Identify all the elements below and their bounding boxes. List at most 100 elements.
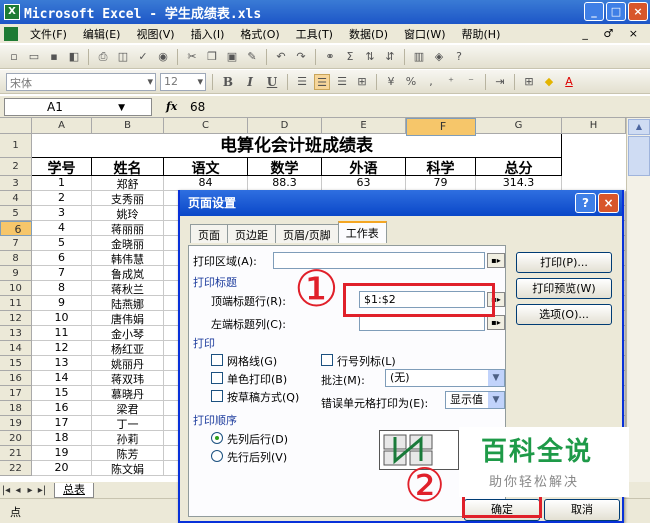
table-cell[interactable]: 88.3 [248,176,322,191]
table-cell[interactable]: 杨红亚 [92,341,164,356]
menu-help[interactable]: 帮助(H) [454,26,509,42]
hyperlink-icon[interactable]: ⚭ [322,49,338,65]
header-cell[interactable]: 科学 [406,158,476,176]
header-cell[interactable]: 数学 [248,158,322,176]
table-cell[interactable]: 19 [32,446,92,461]
merge-center-icon[interactable]: ⊞ [354,74,370,90]
align-center-icon[interactable]: ☰ [314,73,330,90]
options-button[interactable]: 选项(O)... [516,304,612,325]
comments-select[interactable]: (无) ▼ [385,369,505,387]
table-cell[interactable]: 1 [32,176,92,191]
table-cell[interactable]: 4 [32,221,92,236]
print-area-picker-icon[interactable]: ▪▸ [487,253,505,268]
header-cell[interactable]: 语文 [164,158,248,176]
row-header[interactable]: 16 [0,371,32,386]
sort-descending-icon[interactable]: ⇵ [382,49,398,65]
dialog-close-button[interactable]: × [598,193,619,213]
formula-input[interactable]: 68 [190,100,205,114]
row-header[interactable]: 19 [0,416,32,431]
save-icon[interactable]: ▪ [46,49,62,65]
table-cell[interactable]: 13 [32,356,92,371]
scroll-up-icon[interactable]: ▲ [628,119,650,135]
underline-button[interactable]: U [263,75,281,89]
bold-button[interactable]: B [219,75,237,89]
table-cell[interactable]: 20 [32,461,92,476]
cancel-button[interactable]: 取消 [544,499,620,521]
print-button[interactable]: 打印(P)... [516,252,612,273]
spelling-icon[interactable]: ✓ [135,49,151,65]
print-preview-button[interactable]: 打印预览(W) [516,278,612,299]
header-cell[interactable]: 学号 [32,158,92,176]
table-cell[interactable]: 16 [32,401,92,416]
mono-checkbox[interactable] [211,372,223,384]
sort-ascending-icon[interactable]: ⇅ [362,49,378,65]
currency-icon[interactable]: ¥ [383,74,399,90]
italic-button[interactable]: I [241,75,259,89]
next-sheet-icon[interactable]: ▸ [24,485,36,496]
minimize-button[interactable]: _ [584,2,604,21]
autosum-icon[interactable]: Σ [342,49,358,65]
draft-checkbox[interactable] [211,390,223,402]
row-header[interactable]: 1 [0,134,32,158]
table-cell[interactable]: 84 [164,176,248,191]
chart-wizard-icon[interactable]: ▥ [411,49,427,65]
print-icon[interactable]: ⎙ [95,49,111,65]
gridlines-checkbox[interactable] [211,354,223,366]
column-header[interactable]: H [562,118,626,134]
cut-icon[interactable]: ✂ [184,49,200,65]
font-color-icon[interactable]: A [561,74,577,90]
tab-header-footer[interactable]: 页眉/页脚 [275,224,339,243]
row-header[interactable]: 14 [0,341,32,356]
column-header[interactable]: A [32,118,92,134]
table-cell[interactable]: 63 [322,176,406,191]
research-icon[interactable]: ◉ [155,49,171,65]
comma-icon[interactable]: , [423,74,439,90]
column-header[interactable]: C [164,118,248,134]
vertical-scrollbar[interactable]: ▲ [626,118,650,482]
row-header[interactable]: 6 [0,221,32,236]
table-cell[interactable]: 10 [32,311,92,326]
row-header[interactable]: 18 [0,401,32,416]
font-size-combo[interactable]: 12 [160,72,206,91]
print-preview-icon[interactable]: ◫ [115,49,131,65]
row-header[interactable]: 8 [0,251,32,266]
header-cell[interactable]: 姓名 [92,158,164,176]
indent-icon[interactable]: ⇥ [492,74,508,90]
document-window-controls[interactable]: _ ♂ × [582,27,644,40]
dialog-help-button[interactable]: ? [575,193,596,213]
table-cell[interactable]: 蒋丽丽 [92,221,164,236]
row-header[interactable]: 20 [0,431,32,446]
table-cell[interactable]: 14 [32,371,92,386]
help-icon[interactable]: ? [451,49,467,65]
row-header[interactable]: 15 [0,356,32,371]
row-header[interactable]: 4 [0,191,32,206]
table-cell[interactable]: 鲁成岚 [92,266,164,281]
table-cell[interactable]: 孙莉 [92,431,164,446]
table-cell[interactable]: 15 [32,386,92,401]
left-cols-picker-icon[interactable]: ▪▸ [487,315,505,330]
format-painter-icon[interactable]: ✎ [244,49,260,65]
borders-icon[interactable]: ⊞ [521,74,537,90]
fx-icon[interactable]: fx [166,100,186,113]
workbook-icon[interactable] [4,26,18,41]
font-name-combo[interactable]: 宋体 [6,72,156,91]
row-header[interactable]: 2 [0,158,32,176]
table-cell[interactable]: 79 [406,176,476,191]
row-header[interactable]: 10 [0,281,32,296]
table-cell[interactable]: 蒋秋兰 [92,281,164,296]
table-cell[interactable]: 姚玲 [92,206,164,221]
percent-icon[interactable]: % [403,74,419,90]
row-header[interactable]: 5 [0,206,32,221]
close-button[interactable]: × [628,2,648,21]
table-cell[interactable]: 9 [32,296,92,311]
table-cell[interactable]: 7 [32,266,92,281]
table-cell[interactable]: 郑舒 [92,176,164,191]
menu-file[interactable]: 文件(F) [22,26,75,42]
column-header[interactable]: G [476,118,562,134]
table-cell[interactable]: 丁一 [92,416,164,431]
menu-edit[interactable]: 编辑(E) [75,26,129,42]
row-header[interactable]: 11 [0,296,32,311]
table-cell[interactable]: 姚丽丹 [92,356,164,371]
table-cell[interactable]: 11 [32,326,92,341]
table-cell[interactable]: 8 [32,281,92,296]
